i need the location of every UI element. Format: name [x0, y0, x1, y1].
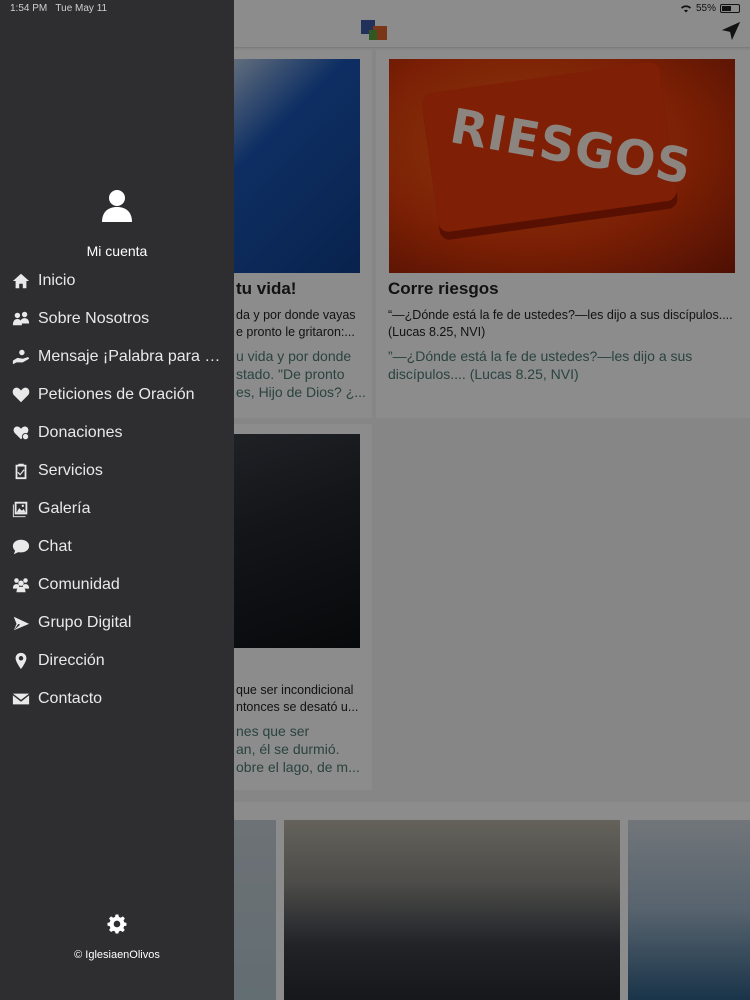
menu-item-label: Donaciones: [38, 424, 123, 441]
side-drawer: 1:54 PM Tue May 11 Mi cuenta Inicio Sobr…: [0, 0, 234, 1000]
menu-item-comunidad[interactable]: Comunidad: [0, 566, 234, 604]
account-section[interactable]: Mi cuenta: [0, 188, 234, 259]
gear-icon[interactable]: [107, 914, 127, 938]
menu-item-grupo-digital[interactable]: Grupo Digital: [0, 604, 234, 642]
user-icon: [102, 190, 132, 222]
heart-hand-icon: [11, 423, 31, 443]
menu-item-label: Galería: [38, 500, 91, 517]
menu-item-label: Comunidad: [38, 576, 120, 593]
menu-item-label: Inicio: [38, 272, 76, 289]
menu-item-label: Mensaje ¡Palabra para tu...: [38, 348, 224, 365]
copyright-text: © IglesiaenOlivos: [74, 949, 160, 961]
gallery-icon: [11, 499, 31, 519]
menu-item-label: Chat: [38, 538, 72, 555]
menu-item-label: Dirección: [38, 652, 105, 669]
map-pin-icon: [11, 651, 31, 671]
menu-item-chat[interactable]: Chat: [0, 528, 234, 566]
community-icon: [11, 575, 31, 595]
home-icon: [11, 271, 31, 291]
menu-item-label: Servicios: [38, 462, 103, 479]
menu-item-mensaje[interactable]: Mensaje ¡Palabra para tu...: [0, 338, 234, 376]
menu-item-label: Contacto: [38, 690, 103, 707]
drawer-status: 1:54 PM Tue May 11: [10, 3, 107, 14]
envelope-icon: [11, 689, 31, 709]
menu-item-label: Sobre Nosotros: [38, 310, 150, 327]
hand-give-icon: [11, 347, 31, 367]
status-date: Tue May 11: [55, 3, 108, 14]
chat-bubble-icon: [11, 537, 31, 557]
drawer-menu: Inicio Sobre Nosotros Mensaje ¡Palabra p…: [0, 262, 234, 718]
menu-item-servicios[interactable]: Servicios: [0, 452, 234, 490]
menu-item-direccion[interactable]: Dirección: [0, 642, 234, 680]
heart-icon: [11, 385, 31, 405]
menu-item-label: Grupo Digital: [38, 614, 132, 631]
clipboard-icon: [11, 461, 31, 481]
menu-item-inicio[interactable]: Inicio: [0, 262, 234, 300]
people-icon: [11, 309, 31, 329]
menu-item-label: Peticiones de Oración: [38, 386, 195, 403]
menu-item-peticiones[interactable]: Peticiones de Oración: [0, 376, 234, 414]
drawer-footer: © IglesiaenOlivos: [0, 914, 234, 961]
menu-item-donaciones[interactable]: Donaciones: [0, 414, 234, 452]
menu-item-galeria[interactable]: Galería: [0, 490, 234, 528]
status-time: 1:54 PM: [10, 3, 48, 14]
menu-item-sobre-nosotros[interactable]: Sobre Nosotros: [0, 300, 234, 338]
menu-item-contacto[interactable]: Contacto: [0, 680, 234, 718]
account-label: Mi cuenta: [86, 243, 148, 259]
paper-plane-icon: [11, 613, 31, 633]
